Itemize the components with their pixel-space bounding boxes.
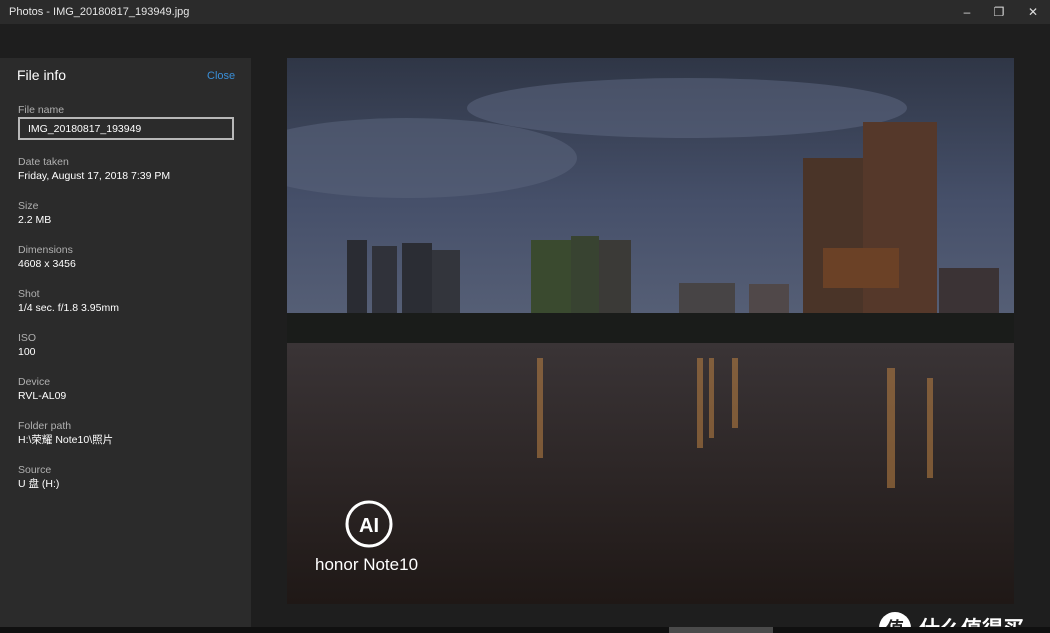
- shot-field: Shot 1/4 sec. f/1.8 3.95mm: [18, 288, 119, 316]
- dimensions-value: 4608 x 3456: [18, 258, 76, 270]
- close-panel-link[interactable]: Close: [207, 70, 235, 82]
- size-field: Size 2.2 MB: [18, 200, 51, 228]
- file-name-field: File name: [18, 104, 64, 117]
- dimensions-field: Dimensions 4608 x 3456: [18, 244, 76, 272]
- date-taken-value: Friday, August 17, 2018 7:39 PM: [18, 170, 171, 182]
- date-taken-label: Date taken: [18, 156, 69, 168]
- shot-label: Shot: [18, 288, 40, 300]
- iso-field: ISO 100: [18, 332, 36, 360]
- close-window-button[interactable]: ✕: [1016, 0, 1050, 24]
- source-value: U 盘 (H:): [18, 478, 60, 490]
- folder-path-label: Folder path: [18, 420, 72, 432]
- ai-logo-mark: AI: [359, 515, 379, 537]
- panel-title: File info: [17, 67, 67, 83]
- device-label: Device: [18, 376, 51, 388]
- maximize-button[interactable]: ❐: [982, 0, 1016, 24]
- file-name-input[interactable]: [18, 117, 234, 140]
- photo-canvas[interactable]: AI honor Note10: [287, 58, 1014, 604]
- dimensions-label: Dimensions: [18, 244, 73, 256]
- iso-label: ISO: [18, 332, 37, 344]
- shot-value: 1/4 sec. f/1.8 3.95mm: [18, 302, 119, 314]
- night-cityscape-photo: AI honor Note10: [287, 58, 1014, 604]
- taskbar-strip: [669, 627, 773, 633]
- size-label: Size: [18, 200, 39, 212]
- device-value: RVL-AL09: [18, 390, 67, 402]
- date-taken-field: Date taken Friday, August 17, 2018 7:39 …: [18, 156, 170, 184]
- window-title: Photos - IMG_20180817_193949.jpg: [9, 6, 190, 18]
- title-bar: Photos - IMG_20180817_193949.jpg – ❐ ✕: [0, 0, 1050, 24]
- folder-path-field: Folder path H:\荣耀 Note10\照片: [18, 420, 113, 448]
- source-field: Source U 盘 (H:): [18, 464, 59, 492]
- taskbar: [0, 627, 1050, 633]
- source-label: Source: [18, 464, 52, 476]
- minimize-button[interactable]: –: [950, 0, 984, 24]
- cloud: [467, 78, 907, 138]
- file-info-panel: File info Close File name Date taken Fri…: [0, 58, 251, 627]
- iso-value: 100: [18, 346, 36, 358]
- size-value: 2.2 MB: [18, 214, 52, 226]
- file-name-label: File name: [18, 104, 65, 116]
- photo-viewer: File info Close File name Date taken Fri…: [0, 24, 1050, 633]
- device-field: Device RVL-AL09: [18, 376, 66, 404]
- brand-text: honor Note10: [315, 555, 418, 574]
- folder-path-value: H:\荣耀 Note10\照片: [18, 434, 114, 446]
